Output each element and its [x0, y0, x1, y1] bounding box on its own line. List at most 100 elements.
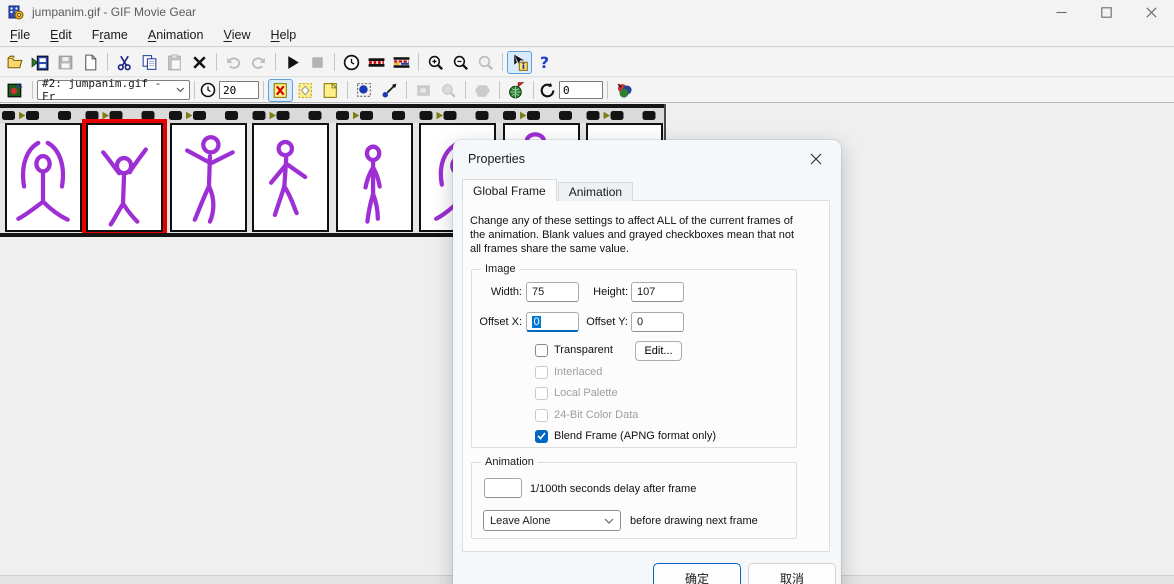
pan-icon — [439, 81, 458, 100]
stop-icon — [308, 53, 327, 72]
frame-delay-input[interactable] — [219, 81, 259, 99]
shape-button[interactable] — [470, 79, 495, 102]
transparency-page-icon — [321, 81, 340, 100]
filmstrip-frame-3[interactable] — [170, 123, 247, 232]
edit-transparency-button[interactable]: Edit... — [635, 341, 682, 361]
offset-x-field[interactable]: 0 — [526, 312, 579, 332]
delay-after-frame-input[interactable] — [484, 478, 522, 498]
checkmark-icon — [537, 432, 546, 440]
filmstrip-frame-4[interactable] — [252, 123, 329, 232]
open-button[interactable] — [3, 51, 28, 74]
menu-file[interactable]: File — [0, 24, 40, 46]
undo-button[interactable] — [221, 51, 246, 74]
crop-button[interactable] — [411, 79, 436, 102]
dialog-titlebar: Properties — [453, 140, 841, 178]
redo-button[interactable] — [246, 51, 271, 74]
copy-button[interactable] — [137, 51, 162, 74]
transparent-checkbox[interactable] — [535, 344, 548, 357]
paste-button[interactable] — [162, 51, 187, 74]
toolbar-separator — [216, 53, 217, 71]
optimize-button[interactable] — [504, 79, 529, 102]
24bit-color-checkbox[interactable] — [535, 409, 548, 422]
help-button[interactable]: ? — [532, 51, 557, 74]
filmstrip-frame-2-selected[interactable] — [86, 123, 163, 232]
disposal-select-value: Leave Alone — [490, 515, 551, 527]
maximize-button[interactable] — [1084, 0, 1129, 24]
local-palette-checkbox-row[interactable]: Local Palette — [535, 386, 618, 400]
play-button[interactable] — [280, 51, 305, 74]
new-document-icon — [81, 53, 100, 72]
menu-animation[interactable]: Animation — [138, 24, 214, 46]
interlaced-checkbox[interactable] — [535, 366, 548, 379]
app-window: jumpanim.gif - GIF Movie Gear File Edit … — [0, 0, 1174, 584]
context-help-button[interactable] — [507, 51, 532, 74]
transparency-select-icon — [296, 81, 315, 100]
zoom-out-button[interactable] — [448, 51, 473, 74]
transparent-checkbox-row[interactable]: Transparent — [535, 343, 613, 357]
toolbar-separator — [418, 53, 419, 71]
blend-frame-checkbox[interactable] — [535, 430, 548, 443]
zoom-actual-button[interactable] — [473, 51, 498, 74]
color-picker-button[interactable] — [377, 79, 402, 102]
toolbar-separator — [533, 81, 534, 99]
insert-frames-icon — [31, 53, 50, 72]
dialog-close-button[interactable] — [799, 147, 833, 171]
clock-icon — [342, 53, 361, 72]
image-group-label: Image — [481, 263, 520, 275]
save-button[interactable] — [53, 51, 78, 74]
tab-animation[interactable]: Animation — [558, 182, 633, 201]
paste-icon — [165, 53, 184, 72]
new-button[interactable] — [78, 51, 103, 74]
mask-area-button[interactable] — [352, 79, 377, 102]
transparency-page-button[interactable] — [318, 79, 343, 102]
frame-strip-colors-button[interactable] — [389, 51, 414, 74]
pan-button[interactable] — [436, 79, 461, 102]
width-field[interactable]: 75 — [526, 282, 579, 302]
blend-frame-checkbox-row[interactable]: Blend Frame (APNG format only) — [535, 429, 716, 443]
menu-help[interactable]: Help — [261, 24, 307, 46]
stop-button[interactable] — [305, 51, 330, 74]
tab-global-frame[interactable]: Global Frame — [462, 179, 557, 201]
transparency-erase-button[interactable] — [268, 79, 293, 102]
insert-frames-button[interactable] — [28, 51, 53, 74]
dialog-description: Change any of these settings to affect A… — [470, 214, 824, 256]
crop-icon — [414, 81, 433, 100]
filmstrip-frame-5[interactable] — [336, 123, 413, 232]
stick-figure-pose-4 — [254, 125, 327, 230]
copy-icon — [140, 53, 159, 72]
loop-count-input[interactable] — [559, 81, 603, 99]
menu-edit[interactable]: Edit — [40, 24, 82, 46]
offset-x-label: Offset X: — [474, 316, 522, 328]
offset-y-field[interactable]: 0 — [631, 312, 684, 332]
redo-icon — [249, 53, 268, 72]
menu-view[interactable]: View — [213, 24, 260, 46]
animation-properties-button[interactable] — [3, 79, 28, 102]
cancel-button[interactable]: 取消 — [748, 563, 836, 584]
interlaced-label: Interlaced — [554, 366, 602, 378]
toolbar-separator — [194, 81, 195, 99]
height-field[interactable]: 107 — [631, 282, 684, 302]
interlaced-checkbox-row[interactable]: Interlaced — [535, 365, 602, 379]
toolbar-separator — [347, 81, 348, 99]
palette-button[interactable] — [612, 79, 637, 102]
preview-timing-button[interactable] — [339, 51, 364, 74]
filmstrip-frame-1[interactable] — [5, 123, 82, 232]
delay-clock-icon — [199, 81, 217, 99]
transparency-select-button[interactable] — [293, 79, 318, 102]
frame-strip-button[interactable] — [364, 51, 389, 74]
zoom-out-icon — [451, 53, 470, 72]
zoom-in-button[interactable] — [423, 51, 448, 74]
cut-button[interactable] — [112, 51, 137, 74]
disposal-select[interactable]: Leave Alone — [483, 510, 621, 531]
delete-button[interactable] — [187, 51, 212, 74]
frame-selector[interactable]: #2: jumpanim.gif - Fr — [37, 80, 190, 100]
minimize-button[interactable] — [1039, 0, 1084, 24]
ok-button[interactable]: 确定 — [653, 563, 741, 584]
main-toolbar: ? — [0, 48, 1174, 77]
local-palette-checkbox[interactable] — [535, 387, 548, 400]
menu-frame[interactable]: Frame — [82, 24, 138, 46]
24bit-color-checkbox-row[interactable]: 24-Bit Color Data — [535, 408, 638, 422]
color-picker-icon — [380, 81, 399, 100]
frame-selector-value: #2: jumpanim.gif - Fr — [42, 77, 176, 103]
close-button[interactable] — [1129, 0, 1174, 24]
